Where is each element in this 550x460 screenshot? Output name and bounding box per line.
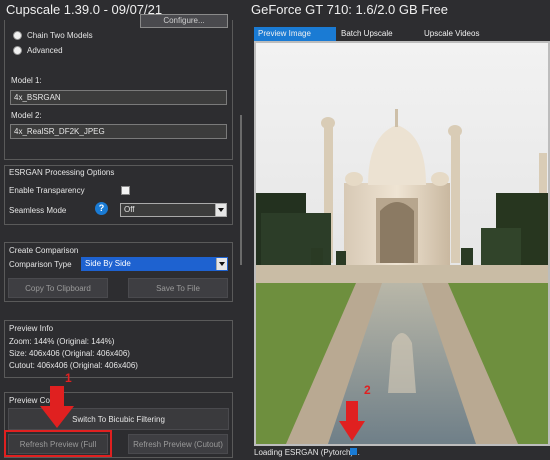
chevron-down-icon (216, 258, 227, 270)
status-progress-indicator (350, 448, 357, 455)
comparison-title: Create Comparison (9, 246, 79, 255)
enable-transparency-label: Enable Transparency (9, 186, 85, 195)
size-info: Size: 406x406 (Original: 406x406) (9, 349, 130, 358)
comparison-type-select[interactable]: Side By Side (81, 257, 228, 271)
copy-to-clipboard-button[interactable]: Copy To Clipboard (8, 278, 108, 298)
cutout-info: Cutout: 406x406 (Original: 406x406) (9, 361, 138, 370)
preview-image (256, 43, 548, 444)
comparison-type-label: Comparison Type (9, 260, 72, 269)
model2-label: Model 2: (11, 111, 42, 120)
esrgan-title: ESRGAN Processing Options (9, 168, 115, 177)
annotation-arrow-1-icon (40, 386, 74, 428)
advanced-radio[interactable] (13, 46, 22, 55)
preview-image-frame[interactable] (254, 41, 550, 446)
comparison-type-value: Side By Side (85, 259, 131, 268)
annotation-marker-1: 1 (65, 371, 72, 385)
annotation-highlight-1 (4, 430, 112, 457)
settings-scrollbar[interactable] (240, 115, 242, 265)
help-icon[interactable]: ? (95, 202, 108, 215)
advanced-label: Advanced (27, 46, 63, 55)
chain-two-models-label: Chain Two Models (27, 31, 93, 40)
chain-two-models-radio[interactable] (13, 31, 22, 40)
model1-label: Model 1: (11, 76, 42, 85)
seamless-mode-select[interactable]: Off (120, 203, 227, 217)
annotation-marker-2: 2 (364, 383, 371, 397)
annotation-arrow-2-icon (339, 401, 365, 441)
save-to-file-button[interactable]: Save To File (128, 278, 228, 298)
zoom-info: Zoom: 144% (Original: 144%) (9, 337, 115, 346)
preview-info-title: Preview Info (9, 324, 54, 333)
chevron-down-icon (215, 204, 226, 216)
refresh-preview-cutout-button[interactable]: Refresh Preview (Cutout) (128, 434, 228, 454)
enable-transparency-checkbox[interactable] (121, 186, 130, 195)
model2-field[interactable]: 4x_RealSR_DF2K_JPEG (10, 124, 227, 139)
seamless-mode-value: Off (124, 205, 135, 214)
tab-preview-image[interactable]: Preview Image (254, 27, 336, 41)
tab-batch-upscale[interactable]: Batch Upscale (337, 27, 419, 41)
status-text: Loading ESRGAN (Pytorch)... (254, 448, 360, 457)
seamless-mode-label: Seamless Mode (9, 206, 67, 215)
model1-field[interactable]: 4x_BSRGAN (10, 90, 227, 105)
right-window-title: GeForce GT 710: 1.6/2.0 GB Free (245, 0, 550, 20)
tab-bar: Preview Image Batch Upscale Upscale Vide… (254, 27, 550, 41)
configure-button[interactable]: Configure... (140, 14, 228, 28)
tab-upscale-videos[interactable]: Upscale Videos (420, 27, 510, 41)
